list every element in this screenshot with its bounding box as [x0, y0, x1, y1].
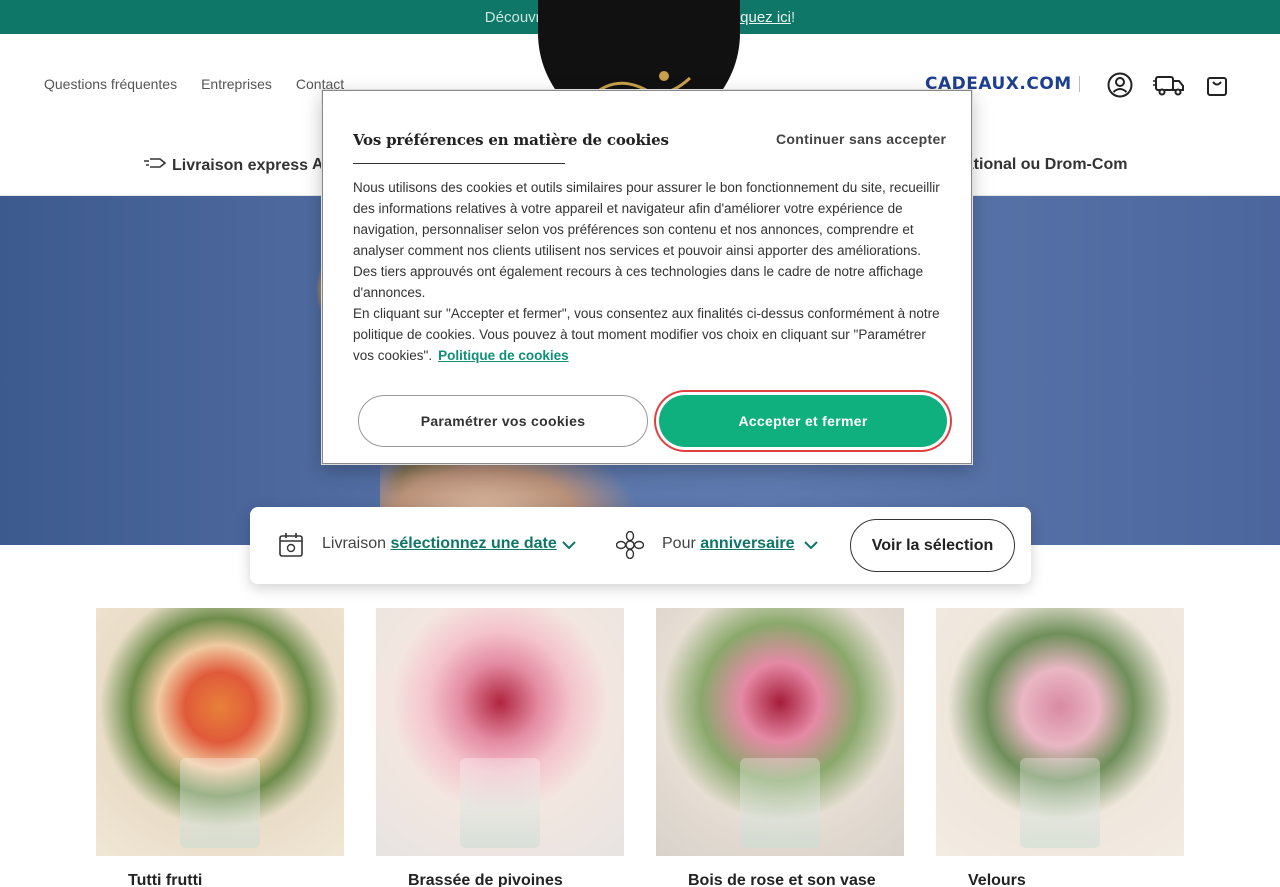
flower-icon — [615, 530, 645, 564]
promo-suffix: ! — [791, 8, 796, 26]
cookie-consent-dialog: Vos préférences en matière de cookies Co… — [322, 90, 972, 464]
product-card[interactable]: Brassée de pivoines — [376, 608, 624, 887]
delivery-label: Livraison — [322, 535, 387, 552]
cookie-policy-link[interactable]: Politique de cookies — [438, 348, 569, 363]
occasion-label: Pour — [662, 535, 696, 552]
occasion-select[interactable]: Pour anniversaire — [662, 535, 795, 553]
vase — [180, 758, 260, 848]
vase — [1020, 758, 1100, 848]
express-delivery-icon — [144, 156, 167, 175]
product-image[interactable] — [96, 608, 344, 856]
vase — [740, 758, 820, 848]
delivery-value[interactable]: sélectionnez une date — [390, 535, 556, 552]
product-name[interactable]: Velours — [968, 872, 1026, 887]
product-name[interactable]: Tutti frutti — [128, 872, 202, 887]
product-card[interactable]: Velours — [936, 608, 1184, 887]
product-image[interactable] — [656, 608, 904, 856]
nav-item-label: national ou Drom-Com — [955, 156, 1128, 173]
cookie-dialog-body: Nous utilisons des cookies et outils sim… — [353, 177, 943, 366]
see-selection-button[interactable]: Voir la sélection — [850, 519, 1015, 572]
delivery-truck-icon[interactable] — [1152, 72, 1186, 98]
chevron-down-icon[interactable] — [804, 537, 818, 555]
top-links: Questions fréquentes Entreprises Contact — [44, 76, 344, 92]
accept-and-close-button[interactable]: Accepter et fermer — [659, 395, 947, 447]
occasion-value[interactable]: anniversaire — [700, 535, 794, 552]
cookie-dialog-title: Vos préférences en matière de cookies — [353, 131, 669, 149]
nav-item-international[interactable]: national ou Drom-Com — [955, 156, 1127, 174]
product-image[interactable] — [936, 608, 1184, 856]
business-link[interactable]: Entreprises — [201, 76, 272, 92]
cart-icon[interactable] — [1203, 72, 1231, 98]
nav-item-label: Livraison express — [172, 156, 309, 174]
continue-without-accepting-button[interactable]: Continuer sans accepter — [776, 131, 946, 147]
gift-finder: Livraison sélectionnez une date Pour ann… — [250, 507, 1031, 584]
title-underline — [353, 163, 565, 164]
product-card[interactable]: Bois de rose et son vase — [656, 608, 904, 887]
product-card[interactable]: Tutti frutti — [96, 608, 344, 887]
vase — [460, 758, 540, 848]
delivery-date-select[interactable]: Livraison sélectionnez une date — [322, 535, 557, 553]
nav-item-express[interactable]: Livraison express — [144, 156, 308, 175]
cookie-paragraph-2: En cliquant sur "Accepter et fermer", vo… — [353, 303, 943, 366]
cookie-paragraph-1: Nous utilisons des cookies et outils sim… — [353, 180, 940, 300]
faq-link[interactable]: Questions fréquentes — [44, 76, 177, 92]
chevron-down-icon[interactable] — [562, 537, 576, 555]
calendar-icon — [278, 532, 304, 563]
cookie-settings-button[interactable]: Paramétrer vos cookies — [358, 395, 648, 447]
product-name[interactable]: Brassée de pivoines — [408, 872, 563, 887]
product-image[interactable] — [376, 608, 624, 856]
account-icon[interactable] — [1106, 72, 1134, 98]
product-name[interactable]: Bois de rose et son vase — [688, 872, 876, 887]
header-divider — [1079, 76, 1080, 92]
